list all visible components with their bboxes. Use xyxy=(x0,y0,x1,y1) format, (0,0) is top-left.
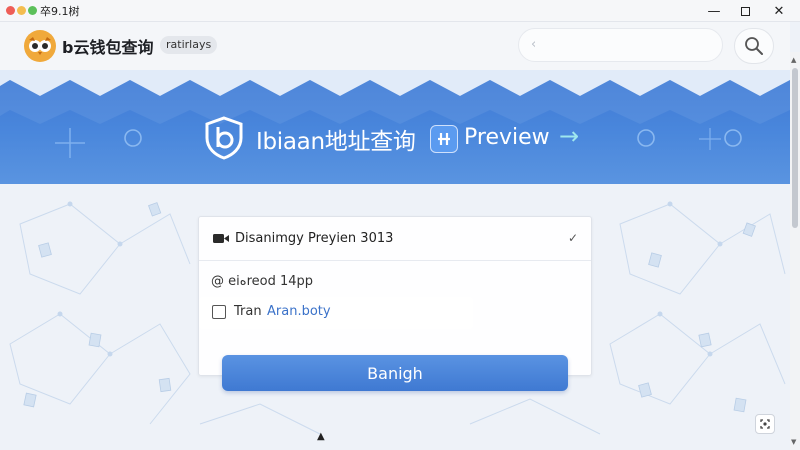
agreement-checkbox[interactable] xyxy=(212,305,226,319)
query-card: Disanimgy Preyien 3013 ✓ @ eiهreod 14pp … xyxy=(198,216,592,376)
submit-button[interactable]: Banigh xyxy=(222,355,568,391)
screenshot-icon xyxy=(760,419,770,429)
banner-preview-label: Preview xyxy=(464,125,550,150)
owl-icon[interactable] xyxy=(24,30,56,62)
app-header: b云钱包查询 ratirlays ‹ xyxy=(0,22,790,70)
scroll-down-icon[interactable]: ▼ xyxy=(791,438,796,446)
hash-icon xyxy=(430,125,458,153)
close-dot-icon[interactable] xyxy=(6,6,15,15)
caret-up-icon[interactable]: ▲ xyxy=(317,431,325,442)
maximize-button[interactable] xyxy=(736,2,754,20)
scrollbar-thumb[interactable] xyxy=(792,68,798,228)
window-title: 卒9.1树 xyxy=(40,5,80,18)
chevron-left-icon: ‹ xyxy=(531,37,537,52)
scroll-up-icon[interactable]: ▲ xyxy=(791,56,796,64)
address-input[interactable]: ‹ xyxy=(518,28,723,62)
arrow-right-icon[interactable]: → xyxy=(559,122,579,150)
maximize-icon xyxy=(740,6,750,16)
window-titlebar: 卒9.1树 — ✕ xyxy=(0,0,800,22)
close-button[interactable]: ✕ xyxy=(770,2,788,20)
address-field-value[interactable]: @ eiهreod 14pp xyxy=(211,274,313,289)
search-icon xyxy=(745,37,763,55)
agreement-row[interactable]: Tran Aran.boty xyxy=(199,297,473,329)
minimize-dot-icon[interactable] xyxy=(17,6,26,15)
minimize-button[interactable]: — xyxy=(705,2,723,20)
zoom-dot-icon[interactable] xyxy=(28,6,37,15)
search-button[interactable] xyxy=(734,28,774,64)
agreement-link[interactable]: Aran.boty xyxy=(267,304,331,319)
screenshot-button[interactable] xyxy=(755,414,775,434)
agreement-label: Tran xyxy=(234,304,262,319)
app-name: b云钱包查询 xyxy=(62,38,154,57)
card-header[interactable]: Disanimgy Preyien 3013 ✓ xyxy=(199,217,591,261)
chevron-down-icon[interactable]: ✓ xyxy=(568,231,578,245)
hero-banner: Ibiaan地址查询 Preview → xyxy=(0,70,790,184)
banner-title: Ibiaan地址查询 xyxy=(256,129,416,155)
shield-b-icon xyxy=(205,116,243,160)
app-tag[interactable]: ratirlays xyxy=(160,36,218,54)
card-title: Disanimgy Preyien 3013 xyxy=(235,231,394,246)
video-icon xyxy=(213,234,229,243)
